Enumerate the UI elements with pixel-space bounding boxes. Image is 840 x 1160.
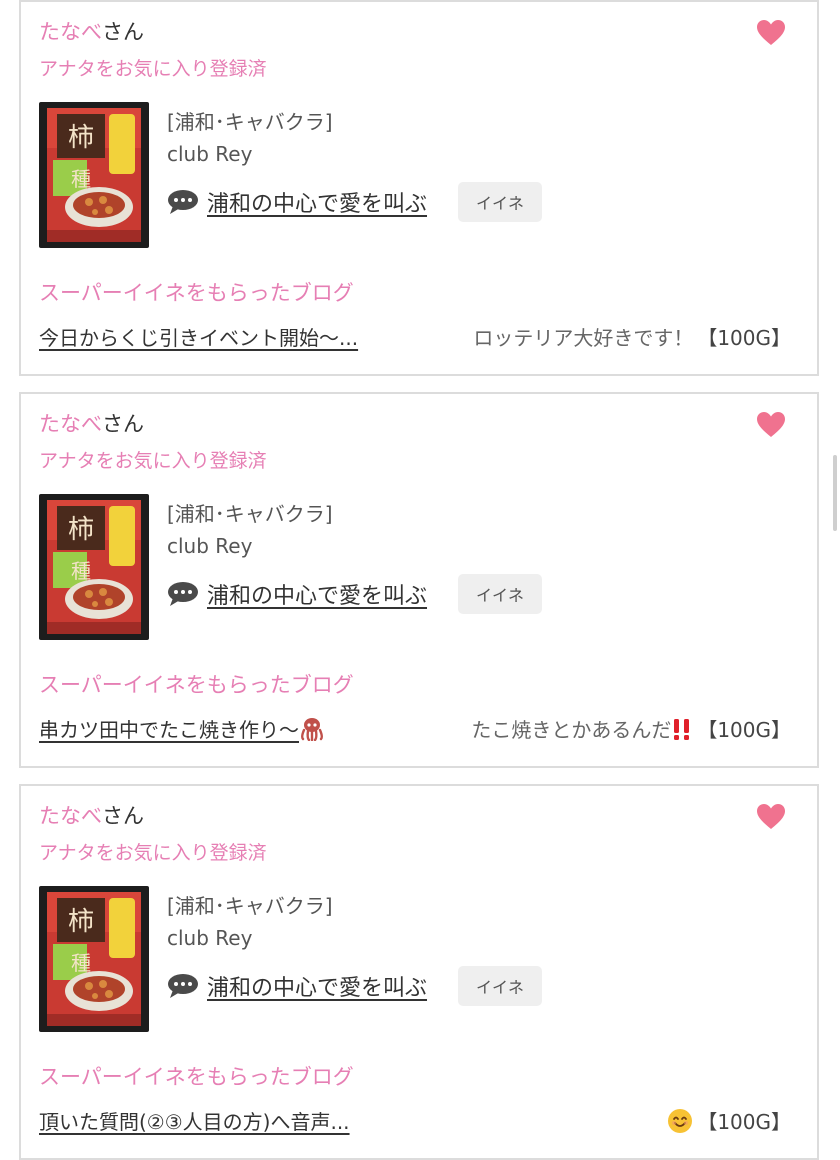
user-name[interactable]: たなべ xyxy=(39,412,102,436)
user-line: たなべさん xyxy=(39,16,144,46)
honorific: さん xyxy=(102,412,144,436)
svg-text:柿: 柿 xyxy=(68,907,94,937)
blog-title-link[interactable]: 串カツ田中でたこ焼き作り〜 xyxy=(39,714,325,743)
shop-name[interactable]: club Rey xyxy=(167,142,252,166)
blog-title-link[interactable]: 頂いた質問(②③人目の方)へ音声... xyxy=(39,1106,350,1135)
super-iine-blog-label: スーパーイイネをもらったブログ xyxy=(39,281,354,305)
shop-category: [浦和･キャバクラ] xyxy=(167,894,333,918)
favorite-status: アナタをお気に入り登録済 xyxy=(39,842,267,864)
favorite-card: たなべさん アナタをお気に入り登録済 柿 種 [浦和･キャバクラ] club R… xyxy=(19,392,819,768)
favorite-status: アナタをお気に入り登録済 xyxy=(39,58,267,80)
user-line: たなべさん xyxy=(39,800,144,830)
favorite-card: たなべさん アナタをお気に入り登録済 柿 種 [浦和･キャバクラ] club R… xyxy=(19,0,819,376)
honorific: さん xyxy=(102,20,144,44)
blog-comment-text: たこ焼きとかあるんだ xyxy=(471,718,672,742)
iine-button[interactable]: イイネ xyxy=(458,574,542,614)
title-emoji-slot xyxy=(299,716,325,742)
scrollbar[interactable] xyxy=(833,455,837,531)
honorific: さん xyxy=(102,804,144,828)
catchphrase-row: 浦和の中心で愛を叫ぶ xyxy=(167,966,427,1006)
points-badge: 【100G】 xyxy=(697,1110,791,1134)
speech-bubble-icon xyxy=(168,190,198,214)
smiling-face-icon xyxy=(668,1108,693,1133)
octopus-icon xyxy=(301,718,323,742)
iine-button[interactable]: イイネ xyxy=(458,182,542,222)
catchphrase-link[interactable]: 浦和の中心で愛を叫ぶ xyxy=(207,578,427,610)
favorite-status: アナタをお気に入り登録済 xyxy=(39,450,267,472)
user-name[interactable]: たなべ xyxy=(39,20,102,44)
comment-emoji-slot xyxy=(667,1107,693,1134)
shop-thumbnail-image[interactable]: 柿 種 xyxy=(39,102,149,248)
super-iine-blog-label: スーパーイイネをもらったブログ xyxy=(39,1065,354,1089)
speech-bubble-icon xyxy=(168,582,198,606)
iine-button[interactable]: イイネ xyxy=(458,966,542,1006)
favorite-card: たなべさん アナタをお気に入り登録済 柿 種 [浦和･キャバクラ] club R… xyxy=(19,784,819,1160)
svg-text:種: 種 xyxy=(71,951,91,975)
blog-comment: 【100G】 xyxy=(667,1106,791,1135)
blog-title-link[interactable]: 今日からくじ引きイベント開始〜... xyxy=(39,322,358,351)
blog-comment: たこ焼きとかあるんだ 【100G】 xyxy=(471,714,791,743)
shop-name[interactable]: club Rey xyxy=(167,534,252,558)
blog-comment: ロッテリア大好きです！ 【100G】 xyxy=(473,322,791,351)
svg-text:柿: 柿 xyxy=(68,515,94,545)
double-exclamation-icon xyxy=(674,719,690,741)
super-iine-blog-label: スーパーイイネをもらったブログ xyxy=(39,673,354,697)
comment-emoji-slot xyxy=(671,716,693,742)
svg-text:種: 種 xyxy=(71,167,91,191)
shop-category: [浦和･キャバクラ] xyxy=(167,502,333,526)
svg-text:種: 種 xyxy=(71,559,91,583)
points-badge: 【100G】 xyxy=(697,718,791,742)
shop-name[interactable]: club Rey xyxy=(167,926,252,950)
svg-text:柿: 柿 xyxy=(68,123,94,153)
shop-category: [浦和･キャバクラ] xyxy=(167,110,333,134)
heart-icon[interactable] xyxy=(757,412,785,438)
shop-thumbnail-image[interactable]: 柿 種 xyxy=(39,886,149,1032)
catchphrase-row: 浦和の中心で愛を叫ぶ xyxy=(167,182,427,222)
shop-thumbnail-image[interactable]: 柿 種 xyxy=(39,494,149,640)
catchphrase-link[interactable]: 浦和の中心で愛を叫ぶ xyxy=(207,970,427,1002)
catchphrase-link[interactable]: 浦和の中心で愛を叫ぶ xyxy=(207,186,427,218)
points-badge: 【100G】 xyxy=(697,326,791,350)
user-line: たなべさん xyxy=(39,408,144,438)
speech-bubble-icon xyxy=(168,974,198,998)
user-name[interactable]: たなべ xyxy=(39,804,102,828)
blog-title-text[interactable]: 今日からくじ引きイベント開始〜... xyxy=(39,322,358,351)
catchphrase-row: 浦和の中心で愛を叫ぶ xyxy=(167,574,427,614)
blog-title-text[interactable]: 串カツ田中でたこ焼き作り〜 xyxy=(39,714,299,743)
heart-icon[interactable] xyxy=(757,20,785,46)
blog-comment-text: ロッテリア大好きです！ xyxy=(473,326,694,350)
heart-icon[interactable] xyxy=(757,804,785,830)
blog-title-text[interactable]: 頂いた質問(②③人目の方)へ音声... xyxy=(39,1106,350,1135)
